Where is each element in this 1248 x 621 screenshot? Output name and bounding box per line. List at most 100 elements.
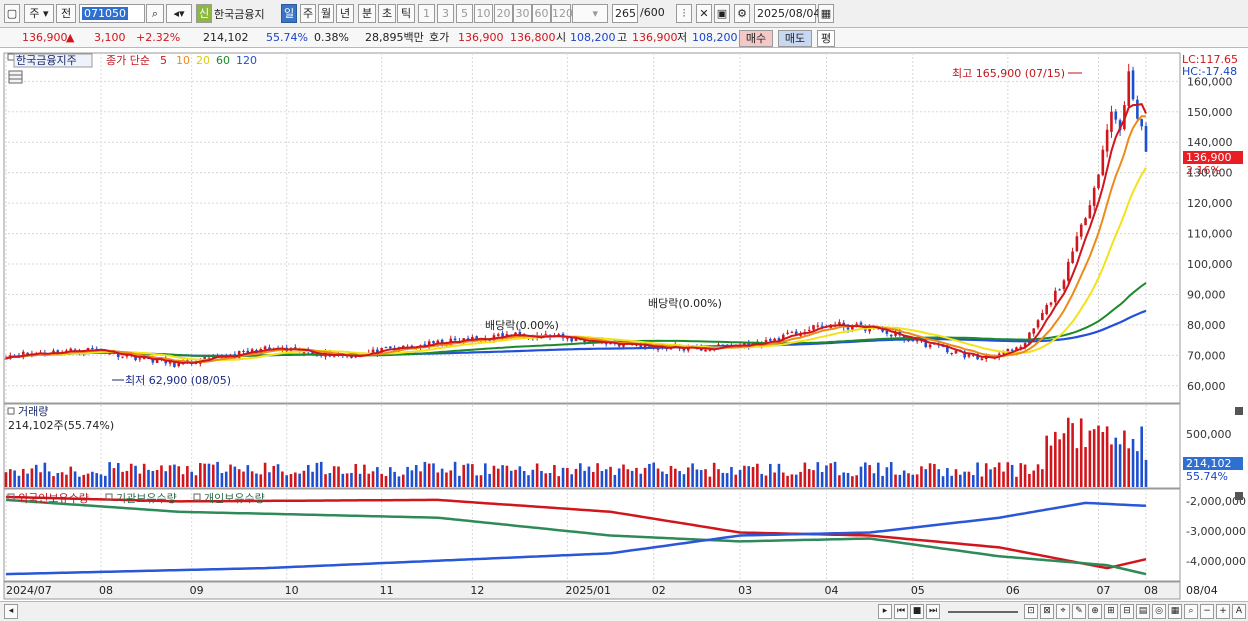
volume-bar	[358, 473, 362, 487]
market-select[interactable]: 주 ▾	[24, 4, 54, 23]
volume-bar	[941, 476, 945, 487]
tool-icon-9[interactable]: ◎	[1152, 604, 1166, 619]
gear-icon[interactable]: ⚙	[734, 4, 750, 23]
period-month[interactable]: 월	[318, 4, 334, 23]
forward-icon[interactable]: ⏭	[926, 604, 940, 619]
period-minute[interactable]: 분	[358, 4, 376, 23]
tool-icon-7[interactable]: ⊟	[1120, 604, 1134, 619]
period-day[interactable]: 일	[281, 4, 297, 23]
table-icon[interactable]	[8, 70, 23, 84]
volume-bar	[453, 461, 457, 487]
code-input[interactable]: 071050	[79, 4, 145, 23]
calendar-icon[interactable]: ▦	[818, 4, 834, 23]
prefix-button[interactable]: 전	[56, 4, 76, 23]
mult-60[interactable]: 60	[532, 4, 551, 23]
mult-20[interactable]: 20	[494, 4, 513, 23]
stop-icon[interactable]: ■	[910, 604, 924, 619]
volume-bar	[427, 463, 431, 487]
tool-icon-4[interactable]: ✎	[1072, 604, 1086, 619]
tool-icon-8[interactable]: ▤	[1136, 604, 1150, 619]
volume-bar	[384, 475, 388, 487]
speaker-icon[interactable]: ◂▾	[166, 4, 192, 23]
volume-bar	[1140, 426, 1143, 487]
bars-count-input[interactable]: 265	[612, 4, 638, 23]
volume-close-icon[interactable]	[1235, 407, 1243, 415]
crosshair-icon[interactable]: ✕	[696, 4, 712, 23]
tool-icon-3[interactable]: ⌖	[1056, 604, 1070, 619]
zoom-slider[interactable]	[948, 611, 1018, 613]
bid-label: 호가	[429, 31, 450, 44]
candle-body	[1079, 224, 1083, 237]
mult-5[interactable]: 5	[456, 4, 473, 23]
mult-10[interactable]: 10	[474, 4, 493, 23]
volume-bar	[855, 475, 858, 487]
save-icon[interactable]: ▣	[714, 4, 730, 23]
scroll-right-icon[interactable]: ▸	[878, 604, 892, 619]
eval-button[interactable]: 평	[817, 30, 835, 47]
period-second[interactable]: 초	[378, 4, 396, 23]
candle-body	[851, 326, 854, 330]
volume-bar	[233, 466, 237, 487]
tool-icon-10[interactable]: ▦	[1168, 604, 1182, 619]
price-indicator: 종가 단순	[106, 54, 150, 67]
volume-bar	[440, 468, 444, 487]
mult-120[interactable]: 120	[551, 4, 573, 23]
tool-icon-2[interactable]: ⊠	[1040, 604, 1054, 619]
quote-price: 136,900	[22, 31, 68, 44]
quote-bar: 136,900 ▲ 3,100 +2.32% 214,102 55.74% 0.…	[0, 28, 1248, 48]
zoom-in-icon[interactable]: +	[1216, 604, 1230, 619]
candle-body	[371, 349, 375, 353]
volume-bar	[462, 464, 466, 487]
zoom-icon[interactable]: ⌕	[1184, 604, 1198, 619]
volume-bar	[946, 468, 949, 487]
sell-button[interactable]: 매도	[778, 30, 812, 47]
candle-body	[263, 346, 267, 350]
window-icon[interactable]: ▢	[4, 4, 20, 23]
stock-chart[interactable]: 160,000150,000140,000130,000120,000110,0…	[0, 49, 1248, 601]
date-input[interactable]: 2025/08/04	[754, 4, 820, 23]
volume-bar	[864, 462, 867, 487]
volume-bar	[570, 474, 573, 487]
volume-bar	[915, 474, 919, 487]
mult-3[interactable]: 3	[437, 4, 454, 23]
volume-bar	[1079, 418, 1083, 487]
price-tick: 70,000	[1187, 349, 1226, 362]
quote-low: 108,200	[692, 31, 738, 44]
tool-icon-5[interactable]: ⊕	[1088, 604, 1102, 619]
volume-bar	[781, 472, 785, 487]
volume-bar	[220, 473, 224, 487]
mult-30[interactable]: 30	[513, 4, 532, 23]
candle-icon[interactable]: ⫶	[676, 4, 692, 23]
buy-button[interactable]: 매수	[739, 30, 773, 47]
volume-bar	[1131, 438, 1135, 487]
mult-dropdown[interactable]: ▾	[572, 4, 608, 23]
volume-bar	[389, 467, 392, 487]
volume-bar	[229, 464, 232, 487]
scroll-left-icon[interactable]: ◂	[4, 604, 18, 619]
candle-body	[1114, 111, 1118, 120]
period-tick[interactable]: 틱	[397, 4, 415, 23]
volume-bar	[825, 465, 828, 487]
volume-bar	[734, 474, 738, 487]
volume-bar	[73, 471, 77, 487]
search-icon[interactable]: ⌕	[146, 4, 164, 23]
period-week[interactable]: 주	[300, 4, 316, 23]
zoom-out-icon[interactable]: −	[1200, 604, 1214, 619]
mult-1[interactable]: 1	[418, 4, 435, 23]
volume-bar	[86, 473, 90, 487]
volume-bar	[777, 463, 781, 487]
period-year[interactable]: 년	[336, 4, 354, 23]
ma10-label: 10	[176, 54, 190, 67]
tool-icon-6[interactable]: ⊞	[1104, 604, 1118, 619]
volume-bar	[794, 474, 798, 487]
tool-icon-1[interactable]: ⊡	[1024, 604, 1038, 619]
font-size-icon[interactable]: A	[1232, 604, 1246, 619]
volume-bar	[224, 471, 228, 487]
rewind-icon[interactable]: ⏮	[894, 604, 908, 619]
x-axis-label: 03	[738, 584, 752, 597]
volume-bar	[69, 466, 73, 487]
volume-bar	[851, 476, 854, 487]
holding-close-icon[interactable]	[1235, 492, 1243, 500]
price-tick: 100,000	[1187, 258, 1233, 271]
volume-bar	[950, 475, 953, 487]
